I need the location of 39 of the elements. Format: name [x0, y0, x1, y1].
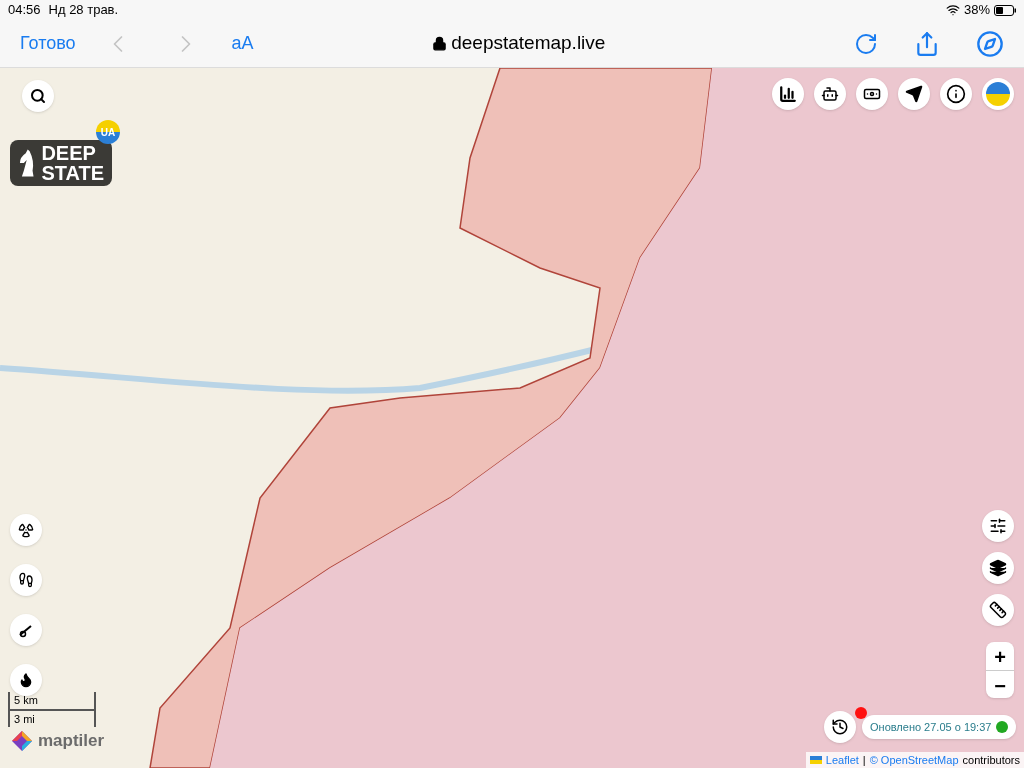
address-field[interactable]: deepstatemap.live	[451, 29, 606, 58]
done-button[interactable]: Готово	[20, 30, 76, 57]
maptiler-logo-icon	[10, 728, 34, 753]
sliders-icon	[989, 517, 1007, 535]
bar-chart-icon	[779, 85, 797, 103]
paper-plane-icon	[905, 85, 923, 103]
flame-icon	[18, 672, 34, 688]
ukraine-flag-icon	[809, 755, 822, 764]
history-icon	[831, 718, 849, 736]
openstreetmap-link[interactable]: © OpenStreetMap	[869, 751, 959, 768]
status-time: 04:56	[8, 1, 41, 20]
search-icon	[30, 88, 46, 104]
info-icon	[946, 84, 966, 104]
share-icon[interactable]	[914, 30, 940, 57]
leaflet-link[interactable]: Leaflet	[825, 751, 859, 768]
robot-icon	[821, 85, 839, 103]
lock-icon	[432, 36, 448, 51]
battery-percent: 38%	[963, 1, 990, 20]
zoom-out-button[interactable]: −	[986, 670, 1014, 698]
logo-text: DEEP	[41, 143, 97, 163]
compass-icon[interactable]	[976, 29, 1004, 58]
text-size-button[interactable]: aA	[231, 30, 254, 57]
ruler-icon	[989, 601, 1007, 619]
scale-imperial: 3 mi	[13, 711, 36, 727]
attribution-text: contributors	[962, 752, 1020, 768]
battery-icon	[994, 4, 1016, 16]
logo-text: STATE	[41, 163, 104, 183]
maptiler-logo: maptiler	[38, 730, 105, 752]
zoom-in-button[interactable]: +	[986, 642, 1014, 670]
update-text: Оновлено 27.05 о 19:37	[870, 719, 992, 735]
radiation-icon	[18, 522, 34, 538]
scale-metric: 5 km	[10, 692, 94, 711]
wifi-icon	[945, 3, 960, 17]
ukraine-flag-icon	[986, 82, 1010, 106]
reload-icon[interactable]	[854, 31, 878, 56]
footprints-icon	[18, 572, 34, 588]
status-date: Нд 28 трав.	[48, 1, 119, 20]
layers-icon	[989, 559, 1007, 577]
separator: |	[862, 752, 866, 768]
